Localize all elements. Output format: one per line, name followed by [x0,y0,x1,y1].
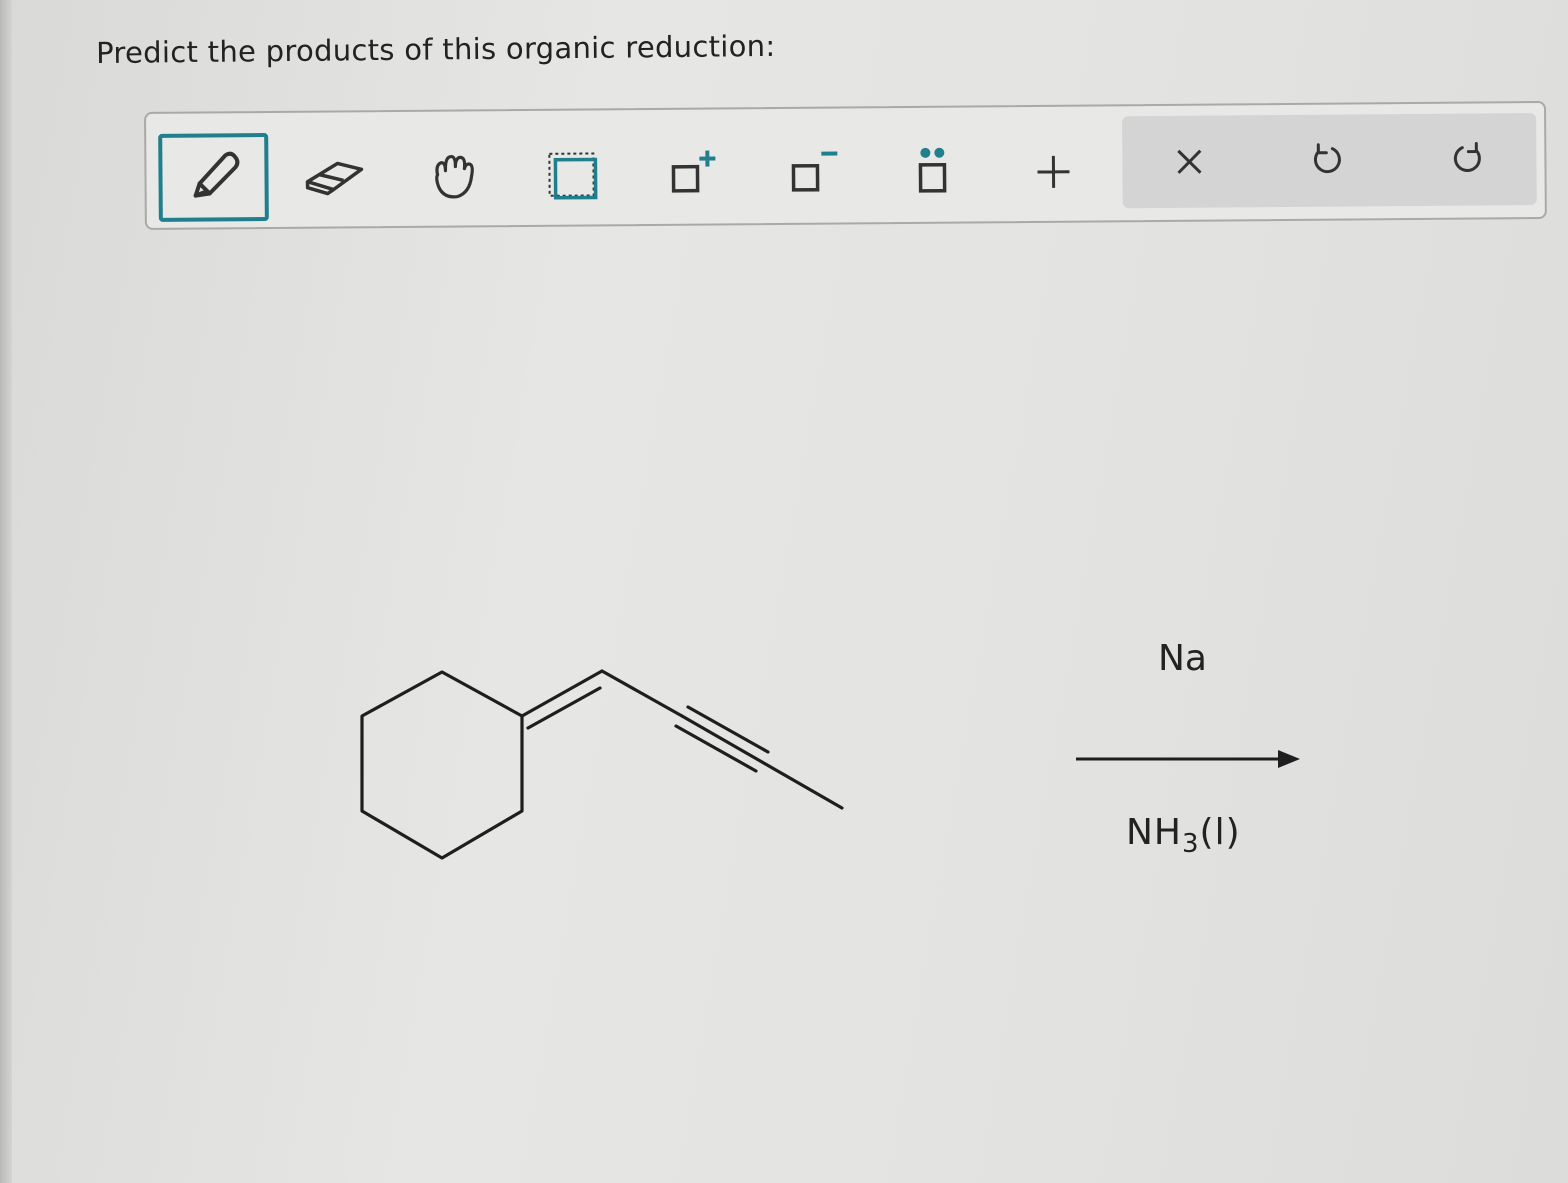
reagent-above-arrow: Na [1158,638,1207,679]
reactant-molecule[interactable] [360,669,844,860]
triple-bond-line-2 [686,705,770,754]
solvent-subscript: 3 [1182,829,1200,860]
triple-bond-line-1 [680,714,764,764]
triple-bond-line-3 [674,724,758,773]
drawing-canvas[interactable] [0,0,1568,1183]
methyl-bond [760,760,844,810]
solvent-formula: NH [1126,812,1182,853]
reaction-arrow [1076,750,1300,768]
cyclohexane-ring [360,670,524,860]
reagent-below-arrow: NH3(l) [1126,812,1241,859]
solvent-state: (l) [1199,812,1241,853]
single-bond [600,669,684,718]
arrow-head-icon [1278,750,1300,768]
